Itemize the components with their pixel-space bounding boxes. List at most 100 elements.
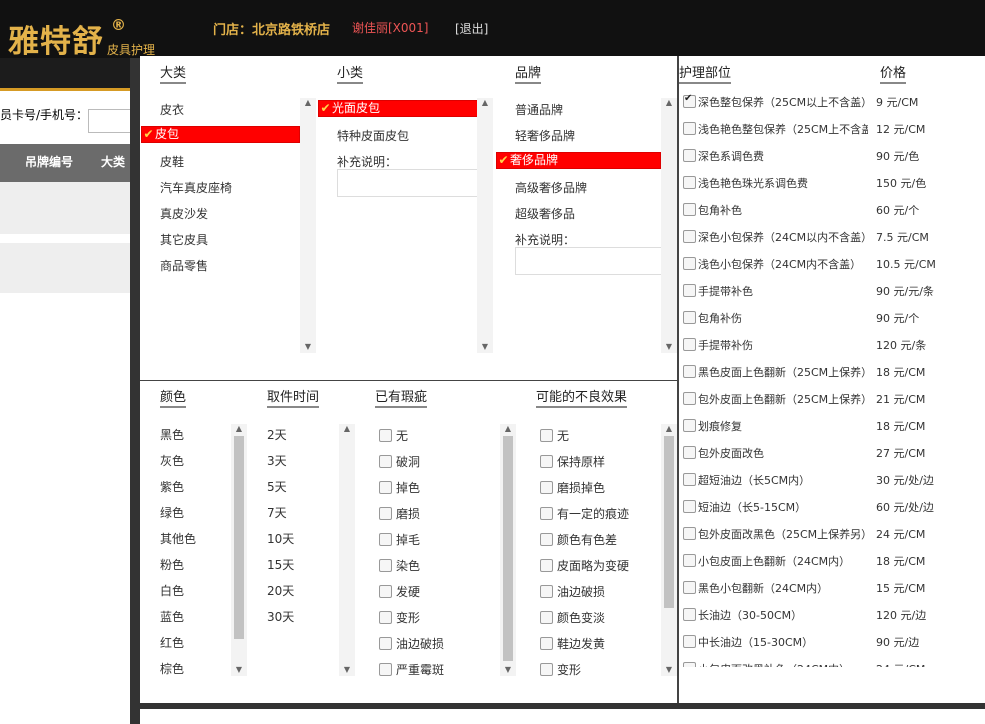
color-item[interactable]: 白色 (160, 582, 184, 599)
defect-option[interactable]: 无 (379, 427, 408, 444)
checkbox[interactable] (540, 611, 553, 624)
effect-option[interactable]: 有一定的痕迹 (540, 505, 629, 522)
care-item-row[interactable]: 超短油边（长5CM内） 30 元/处/边 (679, 472, 985, 490)
scroll-up-icon[interactable]: ▲ (661, 98, 677, 107)
scroll-thumb[interactable] (234, 436, 244, 639)
category-item[interactable]: 真皮沙发 (160, 205, 208, 222)
brand-scrollbar[interactable]: ▲ ▼ (661, 98, 677, 353)
care-item-row[interactable]: 包外皮面改黑色（25CM上保养另） 24 元/CM (679, 526, 985, 544)
care-item-checkbox[interactable] (683, 284, 696, 297)
brand-item[interactable]: 超级奢侈品 (515, 205, 575, 222)
care-item-checkbox[interactable] (683, 608, 696, 621)
subcategory-item[interactable]: 特种皮面皮包 (337, 127, 409, 144)
defect-option[interactable]: 发硬 (379, 583, 420, 600)
care-item-checkbox[interactable] (683, 473, 696, 486)
category-item[interactable]: 皮衣 (160, 101, 184, 118)
care-item-row[interactable]: 中长油边（15-30CM） 90 元/边 (679, 634, 985, 652)
care-item-row[interactable]: 浅色艳色整包保养（25CM上不含盖） 12 元/CM (679, 121, 985, 139)
category-item[interactable]: 皮鞋 (160, 153, 184, 170)
checkbox[interactable] (540, 481, 553, 494)
checkbox[interactable] (540, 585, 553, 598)
care-item-row[interactable]: 深色小包保养（24CM以内不含盖） 7.5 元/CM (679, 229, 985, 247)
care-item-row[interactable]: 包外皮面上色翻新（25CM上保养） 21 元/CM (679, 391, 985, 409)
effect-option[interactable]: 颜色变淡 (540, 609, 605, 626)
scroll-down-icon[interactable]: ▼ (500, 665, 516, 674)
care-item-row[interactable]: 深色系调色费 90 元/色 (679, 148, 985, 166)
defect-option[interactable]: 破洞 (379, 453, 420, 470)
care-item-row[interactable]: 手提带补色 90 元/元/条 (679, 283, 985, 301)
defect-option[interactable]: 染色 (379, 557, 420, 574)
pickup-item[interactable]: 30天 (267, 608, 294, 625)
care-item-row[interactable]: 手提带补伤 120 元/条 (679, 337, 985, 355)
effects-scrollbar[interactable]: ▲ ▼ (661, 424, 677, 676)
checkbox[interactable] (379, 481, 392, 494)
color-scrollbar[interactable]: ▲ ▼ (231, 424, 247, 676)
checkbox[interactable] (379, 429, 392, 442)
care-item-checkbox[interactable] (683, 230, 696, 243)
effect-option[interactable]: 颜色有色差 (540, 531, 617, 548)
scroll-up-icon[interactable]: ▲ (477, 98, 493, 107)
pickup-item[interactable]: 5天 (267, 478, 287, 495)
brand-item[interactable]: 高级奢侈品牌 (515, 179, 587, 196)
effect-option[interactable]: 无 (540, 427, 569, 444)
care-item-checkbox[interactable] (683, 93, 696, 108)
pickup-item[interactable]: 10天 (267, 530, 294, 547)
checkbox[interactable] (379, 559, 392, 572)
care-item-row[interactable]: 深色整包保养（25CM以上不含盖） 9 元/CM (679, 93, 985, 112)
logout-link[interactable]: [退出] (455, 20, 488, 37)
care-item-checkbox[interactable] (683, 635, 696, 648)
scroll-down-icon[interactable]: ▼ (300, 342, 316, 351)
care-item-checkbox[interactable] (683, 419, 696, 432)
care-item-checkbox[interactable] (683, 662, 696, 667)
care-item-checkbox[interactable] (683, 122, 696, 135)
checkbox[interactable] (540, 533, 553, 546)
care-item-row[interactable]: 浅色艳色珠光系调色费 150 元/色 (679, 175, 985, 193)
effect-option[interactable]: 皮面略为变硬 (540, 557, 629, 574)
checkbox[interactable] (540, 507, 553, 520)
subcategory-item-selected[interactable]: ✔光面皮包 (318, 100, 478, 117)
effect-option[interactable]: 鞋边发黄 (540, 635, 605, 652)
scroll-down-icon[interactable]: ▼ (477, 342, 493, 351)
effect-option[interactable]: 变形 (540, 661, 581, 678)
scroll-up-icon[interactable]: ▲ (339, 424, 355, 433)
checkbox[interactable] (379, 585, 392, 598)
checkbox[interactable] (379, 455, 392, 468)
subcategory-scrollbar[interactable]: ▲ ▼ (477, 98, 493, 353)
checkbox[interactable] (540, 637, 553, 650)
color-item[interactable]: 绿色 (160, 504, 184, 521)
care-item-checkbox[interactable] (683, 176, 696, 189)
defect-option[interactable]: 磨损 (379, 505, 420, 522)
pickup-item[interactable]: 2天 (267, 426, 287, 443)
color-item[interactable]: 蓝色 (160, 608, 184, 625)
checkbox[interactable] (379, 663, 392, 676)
care-item-checkbox[interactable] (683, 554, 696, 567)
checkbox[interactable] (379, 637, 392, 650)
category-item[interactable]: 其它皮具 (160, 231, 208, 248)
brand-note-input[interactable] (515, 247, 662, 275)
care-item-checkbox[interactable] (683, 500, 696, 513)
scroll-down-icon[interactable]: ▼ (661, 665, 677, 674)
care-item-row[interactable]: 黑色皮面上色翻新（25CM上保养） 18 元/CM (679, 364, 985, 382)
care-item-row[interactable]: 小包皮面改黑补色（24CM内） 24 元/CM (679, 661, 985, 667)
defect-option[interactable]: 掉色 (379, 479, 420, 496)
effect-option[interactable]: 保持原样 (540, 453, 605, 470)
care-item-row[interactable]: 浅色小包保养（24CM内不含盖） 10.5 元/CM (679, 256, 985, 274)
category-item[interactable]: 商品零售 (160, 257, 208, 274)
defect-option[interactable]: 掉毛 (379, 531, 420, 548)
pickup-item[interactable]: 15天 (267, 556, 294, 573)
care-item-checkbox[interactable] (683, 257, 696, 270)
care-item-checkbox[interactable] (683, 311, 696, 324)
effect-option[interactable]: 油边破损 (540, 583, 605, 600)
pickup-scrollbar[interactable]: ▲ ▼ (339, 424, 355, 676)
checkbox[interactable] (540, 663, 553, 676)
care-item-checkbox[interactable] (683, 149, 696, 162)
scroll-up-icon[interactable]: ▲ (500, 424, 516, 433)
color-item[interactable]: 黑色 (160, 426, 184, 443)
effect-option[interactable]: 磨损掉色 (540, 479, 605, 496)
care-item-row[interactable]: 长油边（30-50CM） 120 元/边 (679, 607, 985, 625)
defect-option[interactable]: 油边破损 (379, 635, 444, 652)
care-item-checkbox[interactable] (683, 446, 696, 459)
care-item-row[interactable]: 小包皮面上色翻新（24CM内） 18 元/CM (679, 553, 985, 571)
brand-item[interactable]: 轻奢侈品牌 (515, 127, 575, 144)
care-item-row[interactable]: 短油边（长5-15CM） 60 元/处/边 (679, 499, 985, 517)
